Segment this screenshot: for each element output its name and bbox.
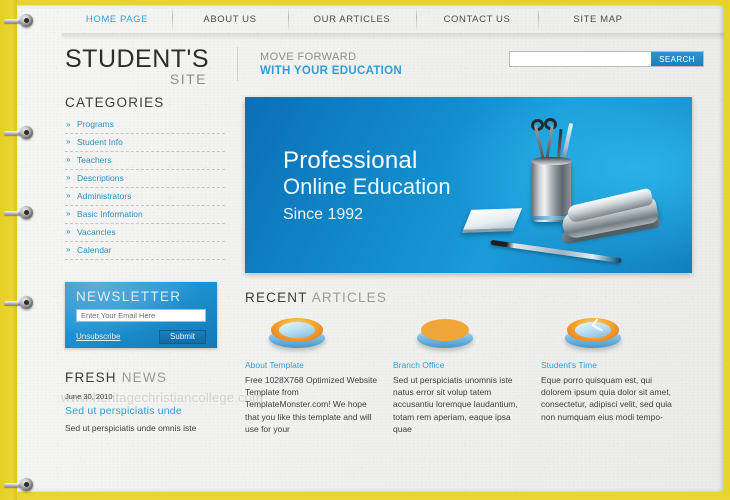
pen-cup-object <box>532 160 571 222</box>
nav-item-about-us[interactable]: ABOUT US <box>172 5 288 33</box>
scissors-blade-icon <box>545 124 554 162</box>
newsletter-title: NEWSLETTER <box>76 288 182 304</box>
tagline-line-2: WITH YOUR EDUCATION <box>260 65 402 77</box>
notepad-object <box>461 208 523 233</box>
header-tagline: MOVE FORWARD WITH YOUR EDUCATION <box>237 47 402 81</box>
ring-knob <box>20 126 33 139</box>
article-body-text: Sed ut perspiciatis unomnis iste natus e… <box>393 375 518 434</box>
globe-sphere-shape <box>421 319 469 341</box>
article-title-link[interactable]: About Template <box>245 360 383 370</box>
loose-pen-object <box>490 239 622 264</box>
articles-row: About Template Free 1028X768 Optimized W… <box>245 312 708 435</box>
categories-title: CATEGORIES <box>65 95 165 110</box>
site-header: STUDENT'S SITE MOVE FORWARD WITH YOUR ED… <box>17 33 724 95</box>
globe-icon <box>417 318 473 348</box>
newsletter-submit-button[interactable]: Submit <box>159 329 206 344</box>
content-columns: CATEGORIES Programs Student Info Teacher… <box>17 95 724 435</box>
ring-knob <box>20 478 33 491</box>
fresh-news-section: FRESH NEWS www.heritagechristiancollege.… <box>61 370 263 434</box>
sidebar-item-calendar[interactable]: Calendar <box>65 242 225 260</box>
newsletter-actions: Unsubscribe Submit <box>76 329 206 344</box>
category-label: Teachers <box>77 155 112 165</box>
category-label: Calendar <box>77 245 112 255</box>
binder-ring <box>4 296 38 309</box>
sidebar-item-basic-information[interactable]: Basic Information <box>65 206 225 224</box>
sidebar-item-student-info[interactable]: Student Info <box>65 134 225 152</box>
frame-bottom-border <box>0 492 730 500</box>
category-label: Basic Information <box>77 209 143 219</box>
fresh-news-title-strong: FRESH <box>65 369 117 385</box>
sidebar-item-vacancies[interactable]: Vacancies <box>65 224 225 242</box>
frame-left-border <box>0 0 17 500</box>
ring-knob <box>20 14 33 27</box>
ring-knob <box>20 206 33 219</box>
newsletter-email-input[interactable] <box>76 308 206 322</box>
nav-label: OUR ARTICLES <box>313 13 391 25</box>
news-date: June 30, 2010 <box>65 391 113 401</box>
disc-inner-shape <box>279 322 315 338</box>
nav-label: CONTACT US <box>443 13 511 25</box>
hero-line-1: Professional <box>283 147 418 174</box>
sidebar-item-administrators[interactable]: Administrators <box>65 188 225 206</box>
tagline-line-1: MOVE FORWARD <box>260 51 357 63</box>
news-headline-link[interactable]: Sed ut perspiciatis unde <box>65 405 225 417</box>
nav-item-our-articles[interactable]: OUR ARTICLES <box>288 5 416 33</box>
nav-item-home-page[interactable]: HOME PAGE <box>62 5 172 33</box>
binder-ring <box>4 206 38 219</box>
nav-label: HOME PAGE <box>85 13 149 25</box>
pen-cup-rim <box>531 157 572 165</box>
logo-primary-text: STUDENT'S <box>65 45 210 73</box>
page-frame: HOME PAGE ABOUT US OUR ARTICLES CONTACT … <box>0 0 730 500</box>
fresh-news-title: FRESH NEWS <box>65 370 225 385</box>
recent-title-dim: ARTICLES <box>311 290 388 305</box>
ring-knob <box>20 296 33 309</box>
hero-banner[interactable]: Professional Online Education Since 1992 <box>245 97 692 273</box>
nav-item-contact-us[interactable]: CONTACT US <box>416 5 538 33</box>
recent-title-strong: RECENT <box>245 290 308 305</box>
category-label: Vacancies <box>77 227 116 237</box>
search-box: SEARCH <box>509 51 704 67</box>
category-label: Administrators <box>77 191 132 201</box>
hero-line-2: Online Education <box>283 174 451 199</box>
hero-text-block: Professional Online Education Since 1992 <box>283 147 451 227</box>
binder-ring <box>4 478 38 491</box>
binder-ring <box>4 126 38 139</box>
category-label: Programs <box>77 119 114 129</box>
sidebar-item-programs[interactable]: Programs <box>65 117 225 134</box>
nav-label: SITE MAP <box>573 13 623 25</box>
frame-right-border <box>724 0 730 500</box>
disc-icon <box>269 318 325 348</box>
article-card: About Template Free 1028X768 Optimized W… <box>245 312 393 435</box>
recent-articles-section: RECENT ARTICLES About Template Free 1028… <box>245 290 708 435</box>
categories-list: Programs Student Info Teachers Descripti… <box>65 117 225 260</box>
search-input[interactable] <box>510 52 651 66</box>
binder-ring <box>4 14 38 27</box>
search-button[interactable]: SEARCH <box>651 52 703 66</box>
category-label: Descriptions <box>77 173 124 183</box>
clock-icon <box>565 318 621 348</box>
sidebar-item-descriptions[interactable]: Descriptions <box>65 170 225 188</box>
article-title-link[interactable]: Branch Office <box>393 360 531 370</box>
site-logo[interactable]: STUDENT'S SITE <box>65 45 215 87</box>
main-navigation: HOME PAGE ABOUT US OUR ARTICLES CONTACT … <box>62 5 724 40</box>
category-label: Student Info <box>77 137 123 147</box>
unsubscribe-link[interactable]: Unsubscribe <box>76 332 120 341</box>
sidebar: CATEGORIES Programs Student Info Teacher… <box>61 95 263 435</box>
article-title-link[interactable]: Student's Time <box>541 360 679 370</box>
article-body-text: Eque porro quisquam est, qui dolorem ips… <box>541 375 672 422</box>
logo-secondary-text: SITE <box>169 71 207 87</box>
article-card: Branch Office Sed ut perspiciatis unomni… <box>393 312 541 435</box>
nav-item-site-map[interactable]: SITE MAP <box>538 5 658 33</box>
sidebar-item-teachers[interactable]: Teachers <box>65 152 225 170</box>
news-excerpt: Sed ut perspiciatis unde omnis iste <box>65 422 197 433</box>
main-content: Professional Online Education Since 1992 <box>225 95 708 435</box>
paper-sheet: HOME PAGE ABOUT US OUR ARTICLES CONTACT … <box>17 5 724 492</box>
fresh-news-title-dim: NEWS <box>121 369 168 385</box>
nav-label: ABOUT US <box>203 13 257 25</box>
article-body-text: Free 1028X768 Optimized Website Template… <box>245 375 378 434</box>
article-card: Student's Time Eque porro quisquam est, … <box>541 312 689 435</box>
newsletter-panel: NEWSLETTER Unsubscribe Submit <box>65 282 217 348</box>
recent-articles-title: RECENT ARTICLES <box>245 290 708 305</box>
hero-line-3: Since 1992 <box>283 206 364 223</box>
